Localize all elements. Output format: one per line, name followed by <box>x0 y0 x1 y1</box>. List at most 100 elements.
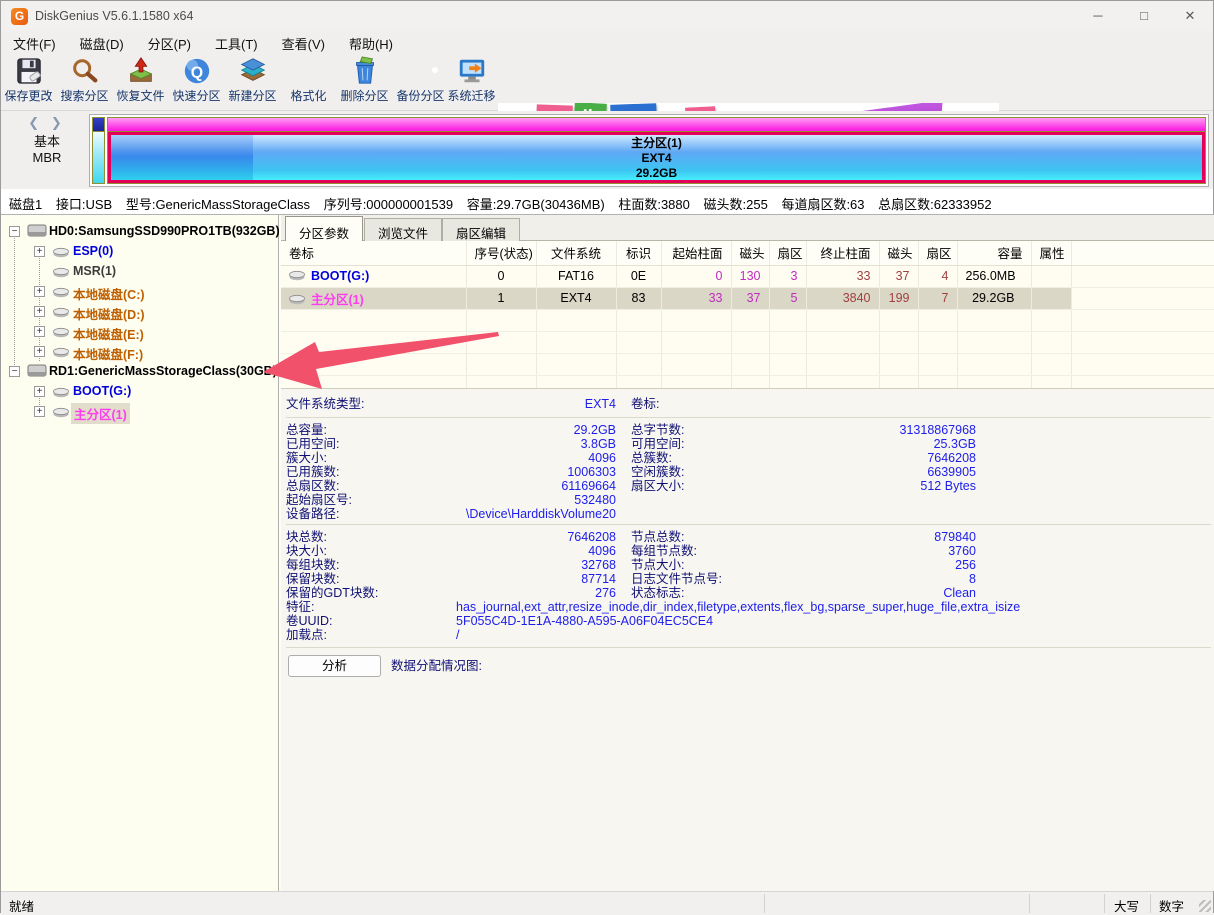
maximize-button[interactable]: □ <box>1121 1 1167 31</box>
svg-text:Q: Q <box>190 65 202 82</box>
disk-serial: 序列号:000000001539 <box>323 197 454 212</box>
col-id[interactable]: 标识 <box>616 241 662 266</box>
expand-icon[interactable] <box>34 326 45 337</box>
mount-point-value: / <box>456 628 460 642</box>
format-button[interactable]: 格式化 <box>281 55 336 109</box>
col-end-cylinder[interactable]: 终止柱面 <box>806 241 880 266</box>
fs-type-value: EXT4 <box>584 397 616 411</box>
col-index[interactable]: 序号(状态) <box>466 241 537 266</box>
col-attributes[interactable]: 属性 <box>1031 241 1072 266</box>
layers-icon <box>238 56 268 86</box>
table-header-row: 卷标 序号(状态) 文件系统 标识 起始柱面 磁头 扇区 终止柱面 磁头 扇区 … <box>281 241 1214 266</box>
main-partition-block[interactable]: 主分区(1) EXT4 29.2GB <box>107 117 1206 184</box>
tab-partition-params[interactable]: 分区参数 <box>285 216 364 241</box>
disk-number: 磁盘1 <box>9 197 43 212</box>
tab-strip: 分区参数 浏览文件 扇区编辑 <box>281 215 1214 241</box>
search-partition-button[interactable]: 搜索分区 <box>57 55 112 109</box>
disk-info-bar: 磁盘1 接口:USB 型号:GenericMassStorageClass 序列… <box>1 189 1213 215</box>
trash-icon <box>350 56 380 86</box>
expand-icon[interactable] <box>34 286 45 297</box>
partition-icon <box>53 407 69 418</box>
col-volume[interactable]: 卷标 <box>281 241 467 266</box>
mount-point-label: 加载点: <box>286 628 327 642</box>
quick-partition-icon: Q <box>182 56 212 86</box>
fs-type-label: 文件系统类型: <box>286 397 365 411</box>
new-partition-button[interactable]: 新建分区 <box>225 55 280 109</box>
title-bar: G DiskGenius V5.6.1.1580 x64 ─ □ ✕ <box>1 1 1213 31</box>
magnifier-icon <box>70 56 100 86</box>
recover-arrow-icon <box>126 56 156 86</box>
format-ring-icon <box>294 56 324 86</box>
col-start-head[interactable]: 磁头 <box>731 241 770 266</box>
partition-icon <box>53 347 69 358</box>
partition-graph-panel: ❮ ❯ 基本 MBR 主分区(1) EXT4 29.2GB <box>1 111 1213 189</box>
analyze-button[interactable]: 分析 <box>288 655 381 677</box>
status-caps-indicator: 大写 <box>1114 900 1140 914</box>
table-row-boot[interactable]: BOOT(G:) 0 FAT16 0E 0 130 3 33 37 4 256.… <box>281 265 1214 288</box>
partition-icon <box>53 267 69 278</box>
boot-partition-block[interactable] <box>92 117 105 184</box>
toolbar: 保存更改 搜索分区 恢复文件 Q 快速分区 新建分区 格式化 删除分区 备份分区 <box>1 53 1213 160</box>
minimize-button[interactable]: ─ <box>1075 1 1121 31</box>
disk-scheme-mbr: MBR <box>32 150 62 165</box>
hard-disk-icon <box>27 224 47 237</box>
status-num-indicator: 数字 <box>1159 900 1185 914</box>
partition-icon <box>289 294 305 304</box>
delete-partition-button[interactable]: 删除分区 <box>337 55 392 109</box>
prev-disk-icon[interactable]: ❮ <box>28 115 43 130</box>
quick-partition-button[interactable]: Q 快速分区 <box>169 55 224 109</box>
system-migration-button[interactable]: 系统迁移 <box>444 55 499 109</box>
partition-size: 29.2GB <box>635 166 678 180</box>
table-row-primary-selected[interactable]: 主分区(1) 1 EXT4 83 33 37 5 3840 199 7 29.2… <box>281 287 1214 310</box>
expand-icon[interactable] <box>34 346 45 357</box>
col-capacity[interactable]: 容量 <box>957 241 1032 266</box>
uuid-label: 卷UUID: <box>286 614 333 628</box>
status-ready: 就绪 <box>9 900 35 914</box>
disk-cylinders: 柱面数:3880 <box>618 197 690 212</box>
resize-grip[interactable] <box>1199 900 1211 912</box>
col-end-head[interactable]: 磁头 <box>879 241 919 266</box>
save-changes-button[interactable]: 保存更改 <box>1 55 56 109</box>
tab-sector-edit[interactable]: 扇区编辑 <box>442 218 521 241</box>
col-filesystem[interactable]: 文件系统 <box>536 241 617 266</box>
col-end-sector[interactable]: 扇区 <box>918 241 958 266</box>
col-start-cylinder[interactable]: 起始柱面 <box>661 241 732 266</box>
close-button[interactable]: ✕ <box>1167 1 1213 31</box>
disk-heads: 磁头数:255 <box>703 197 768 212</box>
status-bar: 就绪 大写 数字 <box>1 891 1213 914</box>
monitor-arrow-icon <box>457 56 487 86</box>
data-allocation-caption: 数据分配情况图: <box>391 659 482 673</box>
features-value: has_journal,ext_attr,resize_inode,dir_in… <box>456 600 1021 614</box>
disk-scheme-type: 基本 <box>33 134 60 149</box>
features-label: 特征: <box>286 600 315 614</box>
collapse-icon[interactable] <box>9 366 20 377</box>
partition-icon <box>289 270 305 281</box>
partition-bar-box: 主分区(1) EXT4 29.2GB <box>89 114 1209 187</box>
disk-capacity: 容量:29.7GB(30436MB) <box>466 197 605 212</box>
col-start-sector[interactable]: 扇区 <box>769 241 807 266</box>
partition-name: 主分区(1) <box>631 136 682 150</box>
partition-icon <box>53 247 69 258</box>
expand-icon[interactable] <box>34 406 45 417</box>
collapse-icon[interactable] <box>9 226 20 237</box>
color-wheel-icon <box>406 56 436 86</box>
window-title: DiskGenius V5.6.1.1580 x64 <box>35 9 194 23</box>
backup-partition-button[interactable]: 备份分区 <box>393 55 448 109</box>
expand-icon[interactable] <box>34 386 45 397</box>
next-disk-icon[interactable]: ❯ <box>51 115 66 130</box>
disk-model: 型号:GenericMassStorageClass <box>125 197 311 212</box>
hard-disk-icon <box>27 364 47 377</box>
tab-browse-files[interactable]: 浏览文件 <box>364 218 443 241</box>
partition-icon <box>53 387 69 398</box>
expand-icon[interactable] <box>34 246 45 257</box>
floppy-disk-icon <box>14 56 44 86</box>
disk-sectors-per-track: 每道扇区数:63 <box>781 197 865 212</box>
disk-total-sectors: 总扇区数:62333952 <box>878 197 992 212</box>
partition-table: 卷标 序号(状态) 文件系统 标识 起始柱面 磁头 扇区 终止柱面 磁头 扇区 … <box>281 241 1214 389</box>
uuid-value: 5F055C4D-1E1A-4880-A595-A06F04EC5CE4 <box>456 614 714 628</box>
recover-files-button[interactable]: 恢复文件 <box>113 55 168 109</box>
expand-icon[interactable] <box>34 306 45 317</box>
volume-label-label: 卷标: <box>631 397 660 411</box>
partition-icon <box>53 327 69 338</box>
menu-bar: 文件(F) 磁盘(D) 分区(P) 工具(T) 查看(V) 帮助(H) <box>1 31 1213 53</box>
